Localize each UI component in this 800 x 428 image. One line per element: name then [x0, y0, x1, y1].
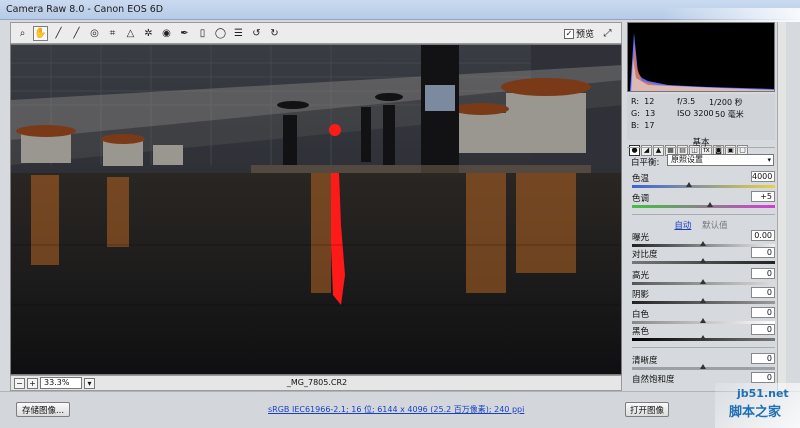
- exposure-label: 曝光: [632, 233, 650, 243]
- blacks-thumb[interactable]: [700, 335, 706, 340]
- red-eye-tool-icon[interactable]: ◉: [159, 26, 174, 41]
- auto-link[interactable]: 自动: [674, 221, 691, 231]
- image-info: R: 12 G: 13 B: 17 f/3.5 1/200 秒 ISO 3200…: [627, 94, 775, 140]
- image-preview[interactable]: [10, 44, 622, 375]
- whites-value[interactable]: 0: [751, 307, 775, 318]
- divider: [632, 347, 775, 348]
- tint-thumb[interactable]: [707, 202, 713, 207]
- contrast-label: 对比度: [632, 250, 658, 260]
- shadows-thumb[interactable]: [700, 298, 706, 303]
- open-image-button[interactable]: 打开图像: [625, 402, 669, 417]
- spot-removal-tool-icon[interactable]: ✲: [141, 26, 156, 41]
- save-image-button[interactable]: 存储图像...: [16, 402, 70, 417]
- shadows-label: 阴影: [632, 290, 650, 300]
- zoom-tool-icon[interactable]: ⌕: [15, 26, 30, 41]
- blacks-value[interactable]: 0: [751, 324, 775, 335]
- straighten-tool-icon[interactable]: △: [123, 26, 138, 41]
- adjustments-panel: R: 12 G: 13 B: 17 f/3.5 1/200 秒 ISO 3200…: [627, 22, 800, 391]
- fullscreen-icon[interactable]: ⤢: [600, 26, 615, 41]
- temperature-label: 色温: [632, 174, 650, 184]
- clarity-thumb[interactable]: [700, 364, 706, 369]
- whites-thumb[interactable]: [700, 318, 706, 323]
- whites-label: 白色: [632, 310, 650, 320]
- section-title: 基本: [627, 136, 775, 148]
- watermark-name: 脚本之家: [729, 405, 782, 420]
- watermark: jb51.net 脚本之家: [715, 383, 800, 428]
- window-title: Camera Raw 8.0 - Canon EOS 6D: [6, 4, 164, 15]
- exposure-value[interactable]: 0.00: [751, 230, 775, 241]
- adjustment-brush-icon[interactable]: ✒: [177, 26, 192, 41]
- panel-scrollbar[interactable]: [777, 22, 786, 391]
- temperature-value[interactable]: 4000: [751, 171, 775, 182]
- blacks-label: 黑色: [632, 327, 650, 337]
- rotate-cw-icon[interactable]: ↻: [267, 26, 282, 41]
- focal-length-value: 50 毫米: [715, 110, 744, 119]
- contrast-thumb[interactable]: [700, 258, 706, 263]
- shutter-value: 1/200 秒: [709, 98, 743, 107]
- clarity-label: 清晰度: [632, 356, 658, 366]
- shadows-value[interactable]: 0: [751, 287, 775, 298]
- tool-bar: ⌕ ✋ ╱ ╱ ◎ ⌗ △ ✲ ◉ ✒ ▯ ◯ ☰ ↺ ↻ ✓ 预览 ⤢: [10, 22, 622, 44]
- watermark-site: jb51.net: [737, 387, 789, 400]
- temperature-thumb[interactable]: [686, 182, 692, 187]
- preferences-icon[interactable]: ☰: [231, 26, 246, 41]
- color-sampler-tool-icon[interactable]: ╱: [69, 26, 84, 41]
- iso-value: ISO 3200: [677, 109, 714, 118]
- file-name: _MG_7805.CR2: [286, 378, 348, 387]
- radial-filter-icon[interactable]: ◯: [213, 26, 228, 41]
- chevron-down-icon: ▾: [767, 156, 771, 164]
- vibrance-label: 自然饱和度: [632, 375, 675, 385]
- highlights-value[interactable]: 0: [751, 268, 775, 279]
- graduated-filter-icon[interactable]: ▯: [195, 26, 210, 41]
- exposure-thumb[interactable]: [700, 241, 706, 246]
- preview-checkbox[interactable]: ✓: [563, 28, 574, 39]
- crop-tool-icon[interactable]: ⌗: [105, 26, 120, 41]
- preview-label: 预览: [575, 30, 594, 40]
- highlights-thumb[interactable]: [700, 279, 706, 284]
- workflow-options-link[interactable]: sRGB IEC61966-2.1; 16 位; 6144 x 4096 (25…: [268, 404, 524, 415]
- hand-tool-icon[interactable]: ✋: [33, 25, 48, 41]
- vibrance-value[interactable]: 0: [751, 372, 775, 383]
- preview-toggle[interactable]: ✓ 预览 ⤢: [563, 26, 615, 41]
- targeted-adjustment-tool-icon[interactable]: ◎: [87, 26, 102, 41]
- white-balance-label: 白平衡:: [631, 158, 660, 168]
- histogram: [627, 22, 775, 92]
- tint-label: 色调: [632, 194, 650, 204]
- highlights-label: 高光: [632, 271, 650, 281]
- bottom-bar: 存储图像... sRGB IEC61966-2.1; 16 位; 6144 x …: [0, 391, 800, 428]
- b-readout: B: 17: [631, 121, 655, 130]
- default-link[interactable]: 默认值: [702, 221, 728, 231]
- divider: [632, 214, 775, 215]
- preview-status-bar: − + 33.3% ▾ _MG_7805.CR2: [10, 375, 622, 391]
- aperture-value: f/3.5: [677, 97, 696, 106]
- temperature-track[interactable]: [632, 185, 775, 188]
- g-readout: G: 13: [631, 109, 656, 118]
- night-scene-photo: [11, 45, 621, 374]
- contrast-value[interactable]: 0: [751, 247, 775, 258]
- tint-value[interactable]: +5: [751, 191, 775, 202]
- rotate-ccw-icon[interactable]: ↺: [249, 26, 264, 41]
- histogram-graph: [630, 33, 774, 91]
- white-balance-select[interactable]: 原照设置 ▾: [667, 154, 774, 166]
- white-balance-row: 白平衡: 原照设置 ▾: [631, 154, 775, 168]
- white-balance-value: 原照设置: [671, 155, 703, 164]
- r-readout: R: 12: [631, 97, 655, 106]
- clarity-value[interactable]: 0: [751, 353, 775, 364]
- tint-track[interactable]: [632, 205, 775, 208]
- white-balance-tool-icon[interactable]: ╱: [51, 26, 66, 41]
